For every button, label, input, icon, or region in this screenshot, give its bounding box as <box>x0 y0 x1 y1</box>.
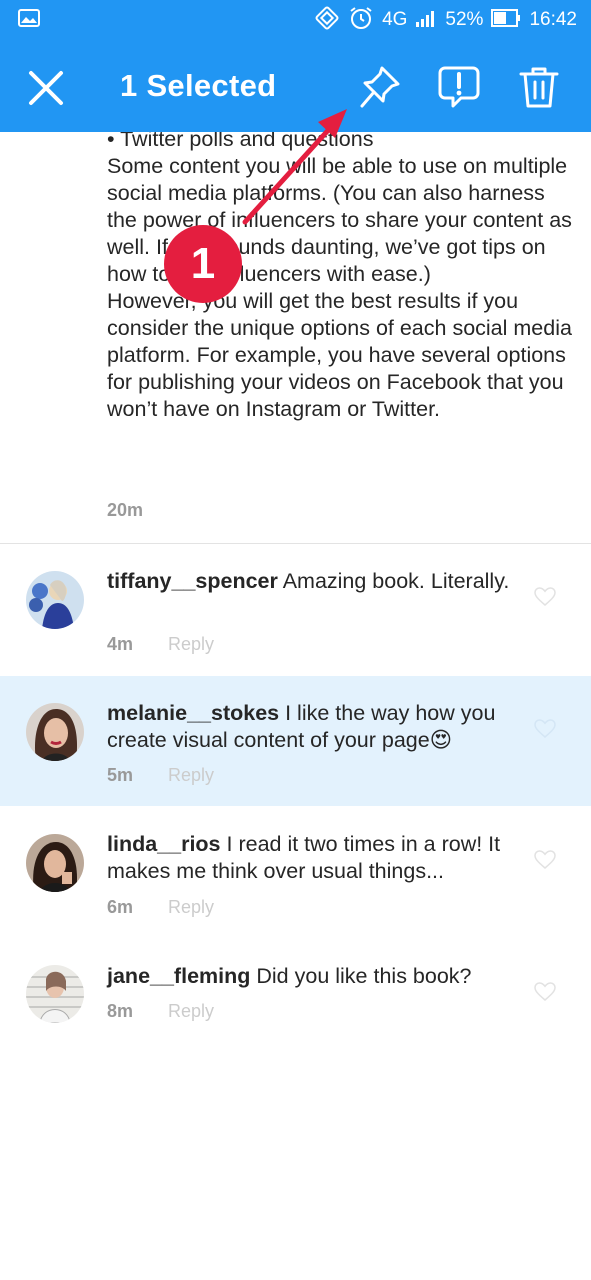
comment-item[interactable]: jane__fleming Did you like this book? 8m… <box>0 939 591 1043</box>
post-caption: • Twitter polls and questions Some conte… <box>0 132 591 544</box>
step-number-badge: 1 <box>164 225 242 303</box>
clock: 16:42 <box>529 9 577 30</box>
trash-icon[interactable] <box>518 64 560 110</box>
selection-action-bar: 1 Selected <box>0 40 591 132</box>
comment-text: Did you like this book? <box>256 964 472 988</box>
heart-icon[interactable] <box>534 982 556 1002</box>
battery-percent: 52% <box>445 9 484 30</box>
avatar[interactable] <box>26 834 84 892</box>
comment-timestamp: 6m <box>107 897 134 917</box>
pin-icon[interactable] <box>358 64 402 110</box>
comment-item[interactable]: linda__rios I read it two times in a row… <box>0 807 591 938</box>
reply-button[interactable]: Reply <box>168 1001 214 1022</box>
caption-timestamp: 20m <box>107 500 144 520</box>
comment-text: Amazing book. Literally. <box>282 569 510 593</box>
gallery-icon <box>18 9 40 32</box>
avatar[interactable] <box>26 703 84 761</box>
avatar[interactable] <box>26 571 84 629</box>
avatar[interactable] <box>26 965 84 1023</box>
comment-username[interactable]: tiffany__spencer <box>107 569 278 593</box>
signal-icon <box>415 9 437 32</box>
heart-icon[interactable] <box>534 850 556 870</box>
comment-item[interactable]: tiffany__spencer Amazing book. Literally… <box>0 544 591 675</box>
comment-timestamp: 5m <box>107 765 134 785</box>
report-icon[interactable] <box>437 64 481 110</box>
reply-button[interactable]: Reply <box>168 765 214 786</box>
heart-icon[interactable] <box>534 719 556 739</box>
comment-body: melanie__stokes I like the way how you c… <box>107 700 527 754</box>
comment-body: linda__rios I read it two times in a row… <box>107 831 527 885</box>
comment-body: jane__fleming Did you like this book? <box>107 963 527 990</box>
battery-icon <box>491 8 521 32</box>
reply-button[interactable]: Reply <box>168 897 214 918</box>
comment-body: tiffany__spencer Amazing book. Literally… <box>107 568 527 595</box>
status-bar: 4G 52% 16:42 <box>0 0 591 40</box>
comment-username[interactable]: melanie__stokes <box>107 701 279 725</box>
heart-icon[interactable] <box>534 587 556 607</box>
comment-username[interactable]: jane__fleming <box>107 964 250 988</box>
alarm-icon <box>348 5 374 36</box>
comment-timestamp: 8m <box>107 1001 134 1021</box>
close-icon[interactable] <box>26 68 66 108</box>
comment-item-selected[interactable]: melanie__stokes I like the way how you c… <box>0 676 591 806</box>
comment-timestamp: 4m <box>107 634 134 654</box>
nfc-icon <box>314 5 340 36</box>
selection-count-title: 1 Selected <box>120 68 277 103</box>
network-type: 4G <box>382 9 408 30</box>
reply-button[interactable]: Reply <box>168 634 214 655</box>
comment-username[interactable]: linda__rios <box>107 832 221 856</box>
